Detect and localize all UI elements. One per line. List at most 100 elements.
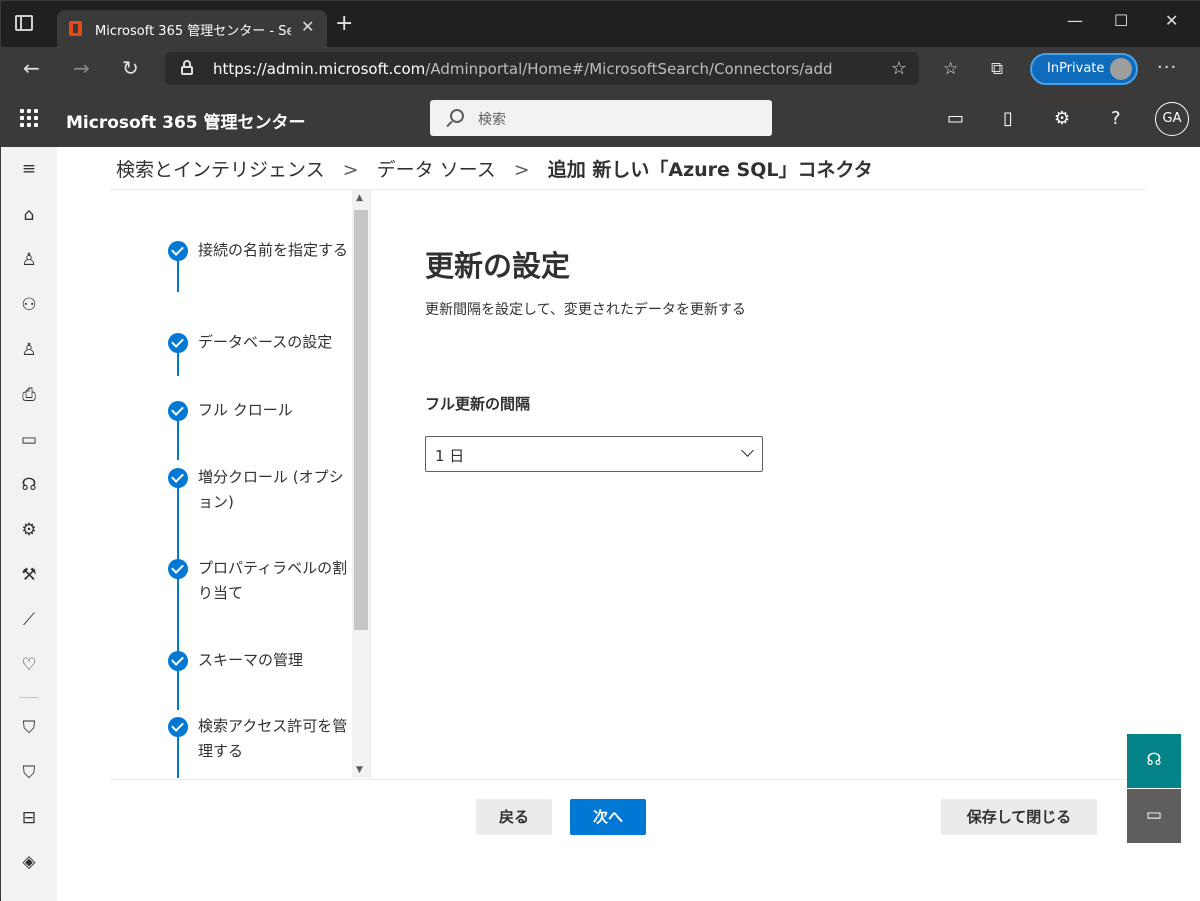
favorites-icon[interactable]: ☆ [943, 59, 958, 79]
endpoint-icon[interactable]: ⊟ [18, 807, 40, 829]
step-label: 検索アクセス許可を管理する [198, 717, 348, 760]
user-icon[interactable]: ♙ [18, 249, 40, 271]
minimize-button[interactable]: — [1067, 11, 1083, 30]
more-icon[interactable]: ··· [1157, 57, 1177, 78]
step-connector [177, 734, 179, 778]
teams-icon[interactable]: ⚇ [18, 294, 40, 316]
address-bar[interactable]: https://admin.microsoft.com/Adminportal/… [165, 52, 919, 85]
help-support-button[interactable]: ☊ [1127, 734, 1181, 788]
tab-actions-icon[interactable] [15, 15, 33, 31]
breadcrumb-current: 追加 新しい「Azure SQL」コネクタ [547, 159, 873, 181]
breadcrumb-data-sources[interactable]: データ ソース [377, 159, 496, 181]
scroll-thumb[interactable] [354, 210, 368, 630]
step-connector [177, 416, 179, 460]
forward-button[interactable]: → [73, 56, 90, 80]
browser-window: Microsoft 365 管理センター - Search ✕ + — ☐ ✕ … [0, 0, 1200, 901]
back-button[interactable]: ← [23, 56, 40, 80]
security-icon[interactable]: ⛉ [18, 717, 40, 739]
setup-icon[interactable]: ⚒ [18, 564, 40, 586]
compliance-icon[interactable]: ⛉ [18, 762, 40, 784]
steps-scrollbar[interactable]: ▲ ▼ [352, 190, 370, 778]
rail-divider [19, 697, 39, 698]
user-avatar[interactable]: GA [1155, 102, 1189, 136]
refresh-interval-dropdown[interactable]: 1 日 [425, 436, 763, 472]
page-description: 更新間隔を設定して、変更されたデータを更新する [425, 302, 746, 318]
left-nav-rail: ≡ ⌂ ♙ ⚇ ♙ ⎙ ▭ ☊ ⚙ ⚒ ⟋ ♡ ⛉ ⛉ ⊟ ◈ [1, 147, 57, 901]
checkmark-icon [168, 468, 188, 488]
scroll-down-icon[interactable]: ▼ [356, 765, 363, 775]
close-window-button[interactable]: ✕ [1165, 11, 1178, 30]
settings-icon[interactable]: ⚙ [18, 519, 40, 541]
help-icon[interactable]: ? [1111, 108, 1121, 129]
checkmark-icon [168, 651, 188, 671]
app-title[interactable]: Microsoft 365 管理センター [66, 108, 306, 133]
step-connector [177, 484, 179, 562]
step-connector [177, 576, 179, 652]
console-icon[interactable]: ▭ [947, 108, 964, 129]
inprivate-label: InPrivate [1047, 61, 1105, 76]
chat-icon: ▭ [1145, 805, 1163, 825]
billing-icon[interactable]: ▭ [18, 429, 40, 451]
new-tab-button[interactable]: + [335, 13, 353, 35]
home-icon[interactable]: ⌂ [18, 204, 40, 226]
inprivate-button[interactable]: InPrivate [1030, 53, 1138, 85]
resources-icon[interactable]: ⎙ [18, 384, 40, 406]
back-button[interactable]: 戻る [476, 799, 552, 835]
reports-icon[interactable]: ⟋ [18, 609, 40, 631]
dropdown-value: 1 日 [435, 447, 465, 465]
lock-icon[interactable] [181, 60, 193, 75]
step-label: プロパティラベルの割り当て [198, 559, 348, 602]
search-icon [450, 109, 464, 123]
scroll-up-icon[interactable]: ▲ [356, 193, 363, 203]
title-bar: Microsoft 365 管理センター - Search ✕ + — ☐ ✕ [1, 1, 1200, 47]
checkmark-icon [168, 333, 188, 353]
breadcrumb-separator: > [513, 159, 530, 181]
search-placeholder: 検索 [478, 112, 506, 128]
mobile-icon[interactable]: ▯ [1003, 108, 1013, 129]
feedback-button[interactable]: ▭ [1127, 789, 1181, 843]
breadcrumb-search-intelligence[interactable]: 検索とインテリジェンス [116, 159, 325, 181]
breadcrumb: 検索とインテリジェンス > データ ソース > 追加 新しい「Azure SQL… [116, 155, 873, 182]
save-and-close-button[interactable]: 保存して閉じる [941, 799, 1097, 835]
headset-icon: ☊ [1146, 750, 1162, 770]
checkmark-icon [168, 717, 188, 737]
app-header: Microsoft 365 管理センター 検索 ▭ ▯ ⚙ ? GA [1, 91, 1200, 147]
profile-avatar [1110, 58, 1132, 80]
maximize-button[interactable]: ☐ [1114, 11, 1128, 30]
page-title: 更新の設定 [425, 249, 571, 283]
collections-icon[interactable]: ⧉ [991, 59, 1003, 79]
next-button[interactable]: 次へ [570, 799, 646, 835]
roles-icon[interactable]: ♙ [18, 339, 40, 361]
azure-ad-icon[interactable]: ◈ [18, 851, 40, 873]
footer-divider [110, 779, 1145, 780]
refresh-button[interactable]: ↻ [122, 56, 139, 80]
step-label: スキーマの管理 [198, 651, 304, 669]
tab-title: Microsoft 365 管理センター - Search [95, 24, 291, 39]
step-connector [177, 668, 179, 710]
step-label: データベースの設定 [198, 333, 333, 351]
address-bar-row: ← → ↻ https://admin.microsoft.com/Adminp… [1, 47, 1200, 91]
search-input[interactable]: 検索 [430, 100, 772, 136]
step-label: 接続の名前を指定する [198, 241, 349, 259]
step-label: 増分クロール (オプション) [198, 468, 344, 511]
step-label: フル クロール [198, 401, 293, 419]
wizard-steps: 接続の名前を指定する データベースの設定 フル クロール 増分クロール (オプシ… [110, 190, 368, 778]
chevron-down-icon [741, 444, 754, 457]
main-page: 検索とインテリジェンス > データ ソース > 追加 新しい「Azure SQL… [57, 147, 1200, 901]
refresh-interval-label: フル更新の間隔 [425, 395, 531, 413]
checkmark-icon [168, 401, 188, 421]
add-favorite-icon[interactable]: ☆ [891, 58, 907, 79]
checkmark-icon [168, 241, 188, 261]
office-logo-icon [69, 21, 82, 36]
url-text[interactable]: https://admin.microsoft.com/Adminportal/… [213, 60, 833, 78]
tab-close-icon[interactable]: ✕ [301, 17, 314, 36]
browser-tab[interactable]: Microsoft 365 管理センター - Search ✕ [57, 10, 327, 47]
panel-divider [370, 190, 371, 778]
checkmark-icon [168, 559, 188, 579]
menu-icon[interactable]: ≡ [18, 158, 40, 180]
breadcrumb-separator: > [342, 159, 359, 181]
settings-icon[interactable]: ⚙ [1054, 108, 1070, 129]
app-launcher-icon[interactable] [20, 109, 38, 127]
support-icon[interactable]: ☊ [18, 474, 40, 496]
health-icon[interactable]: ♡ [18, 654, 40, 676]
